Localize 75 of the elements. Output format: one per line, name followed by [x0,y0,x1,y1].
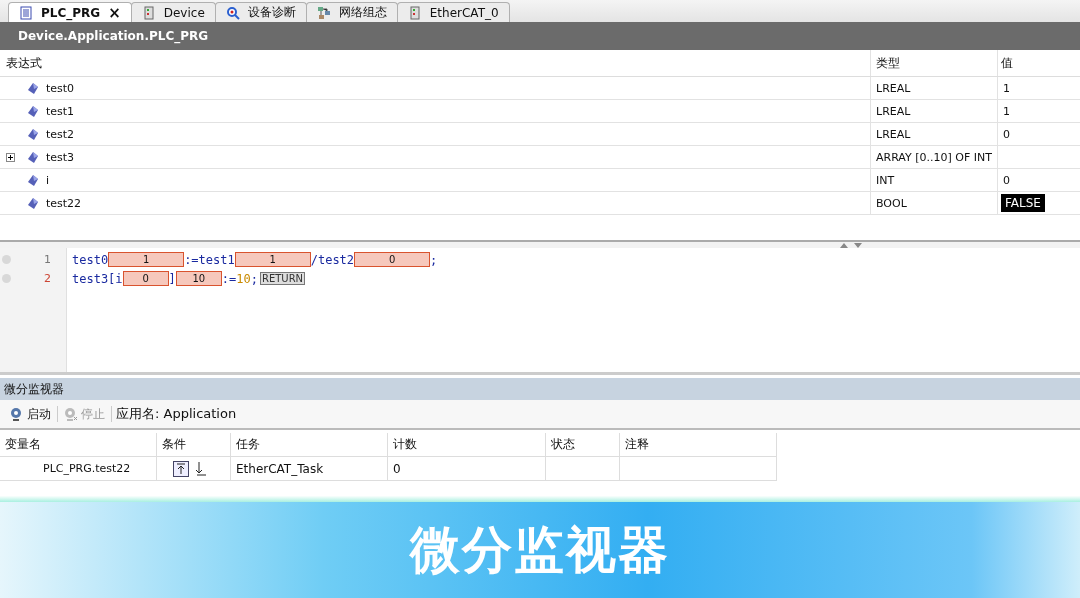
code-text: ] [168,271,176,286]
code-text: test3[i [72,271,123,286]
variable-icon [28,128,38,140]
editor-tab[interactable]: Device [130,2,216,22]
column-header: 任务 [230,433,387,456]
value-text: 1 [1002,103,1011,120]
table-cell: INT [870,169,997,191]
inline-value: 0 [122,271,169,286]
editor-tab[interactable]: 网络组态 [305,2,398,22]
column-header: 类型 [870,50,997,76]
code-text: test0 [72,252,109,267]
close-icon[interactable]: × [108,3,121,22]
column-header: 表达式 [5,54,43,72]
table-cell: LREAL [870,77,997,99]
document-icon [19,5,33,20]
table-cell: LREAL [870,123,997,145]
expression-text: test3 [46,150,75,164]
column-header: 变量名 [4,436,42,453]
code-text: ; [430,252,438,267]
breakpoint-marker[interactable] [2,255,11,264]
variable-icon [28,174,38,186]
code-text: := [221,271,237,286]
expression-text: test2 [46,127,75,141]
editor-tab[interactable]: 设备诊断 [214,2,307,22]
variable-icon [28,151,38,163]
panel-title: 微分监视器 [0,378,1080,400]
value-text: FALSE [1001,194,1045,212]
editor-tab[interactable]: PLC_PRG × [8,2,132,22]
code-text: /test2 [310,252,355,267]
line-number: 2 [43,272,52,285]
falling-edge-icon[interactable] [195,460,207,477]
webcam-icon [10,407,24,421]
application-label: 应用名: Application [116,405,237,423]
column-header: 值 [997,50,1080,76]
line-number: 1 [43,253,52,266]
editor-tab[interactable]: EtherCAT_0 [396,2,510,22]
value-text: 0 [1002,172,1011,189]
banner-title: 微分监视器 [410,519,670,581]
column-header: 状态 [545,433,619,456]
expression-text: test1 [46,104,75,118]
table-cell: BOOL [870,192,997,214]
inline-value: 1 [108,252,185,267]
value-text: 0 [1002,126,1011,143]
code-text: 10 [236,271,251,286]
code-text: :=test1 [184,252,235,267]
column-header: 注释 [619,433,776,456]
expression-text: test22 [46,196,82,210]
network-icon [316,5,331,20]
table-cell-text: PLC_PRG.test22 [42,461,132,477]
table-cell: EtherCAT_Task [230,457,387,480]
breakpoint-marker[interactable] [2,274,11,283]
expression-text: i [46,173,50,187]
table-cell: ARRAY [0..10] OF INT [870,146,997,168]
column-header: 计数 [387,433,545,456]
expression-text: test0 [46,81,75,95]
device-icon [141,5,156,20]
value-text: 1 [1002,80,1011,97]
device-icon [407,5,422,20]
table-cell: 0 [387,457,545,480]
inline-value: 1 [234,252,311,267]
return-marker: RETURN [259,272,306,285]
magnifier-icon [225,5,240,20]
variable-icon [28,197,38,209]
path-bar: Device.Application.PLC_PRG [0,22,1080,50]
variable-icon [28,105,38,117]
expand-icon[interactable] [6,152,15,162]
code-text: ; [250,271,258,286]
inline-value: 10 [175,271,222,286]
column-header: 条件 [156,433,230,456]
variable-icon [28,82,38,94]
start-button[interactable]: 启动 [8,405,53,423]
inline-value: 0 [354,252,431,267]
rising-edge-icon[interactable] [173,460,189,477]
webcam-icon [64,407,78,421]
table-cell: LREAL [870,100,997,122]
